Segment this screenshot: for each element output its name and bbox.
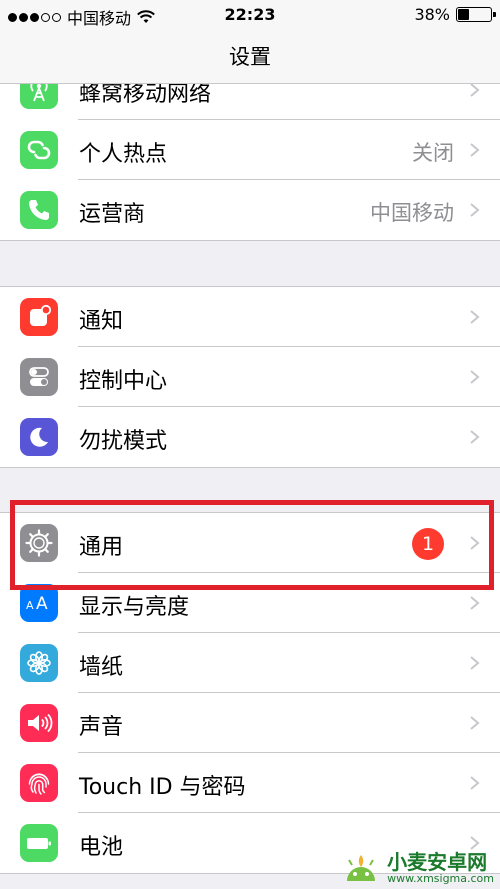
android-logo-icon: [347, 855, 376, 881]
watermark-url: www.xmsigma.com: [387, 871, 494, 885]
status-bar: 中国移动 22:23 38%: [0, 0, 500, 30]
settings-row-label: 声音: [79, 715, 124, 740]
chevron-right-icon: [470, 836, 480, 850]
page-title: 设置: [229, 45, 271, 69]
chevron-right-icon: [470, 310, 480, 324]
chevron-right-icon: [470, 776, 480, 790]
settings-group-network: 蜂窝移动网络 个人热点 关闭 运营商 中国移动: [0, 59, 500, 241]
settings-row-label: 显示与亮度: [79, 595, 190, 620]
settings-row-sounds[interactable]: 声音: [0, 693, 500, 753]
update-badge: 1: [412, 528, 444, 560]
notifications-icon: [20, 298, 58, 336]
settings-row-label: 电池: [79, 835, 124, 860]
chevron-right-icon: [470, 536, 480, 550]
settings-row-do-not-disturb[interactable]: 勿扰模式: [0, 407, 500, 467]
chevron-right-icon: [470, 656, 480, 670]
chevron-right-icon: [470, 83, 480, 97]
settings-row-carrier[interactable]: 运营商 中国移动: [0, 180, 500, 240]
settings-group-system: 通知 控制中心 勿扰模式: [0, 286, 500, 468]
settings-row-notifications[interactable]: 通知: [0, 287, 500, 347]
chevron-right-icon: [470, 370, 480, 384]
battery-icon: [20, 824, 58, 862]
settings-row-touch-id-passcode[interactable]: Touch ID 与密码: [0, 753, 500, 813]
settings-row-label: 墙纸: [79, 655, 124, 680]
settings-row-value: 关闭: [412, 141, 454, 165]
settings-row-display-brightness[interactable]: A A 显示与亮度: [0, 573, 500, 633]
speaker-icon: [20, 704, 58, 742]
chevron-right-icon: [470, 596, 480, 610]
watermark-text: 小麦安卓网 www.xmsigma.com: [387, 849, 494, 885]
svg-text:A: A: [36, 594, 48, 614]
settings-group-device: 通用 1 A A 显示与亮度 墙纸 声音 Touch ID 与密码 电池: [0, 512, 500, 874]
watermark-title: 小麦安卓网: [387, 849, 488, 874]
chevron-right-icon: [470, 430, 480, 444]
settings-row-personal-hotspot[interactable]: 个人热点 关闭: [0, 120, 500, 180]
settings-screen: 中国移动 22:23 38% 设置 蜂窝移动网络 个人热点 关闭 运营商 中国移…: [0, 0, 500, 889]
status-right: 38%: [414, 5, 496, 24]
settings-row-label: 控制中心: [79, 369, 168, 394]
settings-row-label: 勿扰模式: [79, 429, 168, 454]
navigation-bar: 设置: [0, 30, 500, 84]
settings-row-label: 个人热点: [79, 142, 168, 167]
settings-row-control-center[interactable]: 控制中心: [0, 347, 500, 407]
chevron-right-icon: [470, 716, 480, 730]
watermark: 小麦安卓网 www.xmsigma.com: [341, 851, 494, 885]
control-center-toggles-icon: [20, 358, 58, 396]
chevron-right-icon: [470, 203, 480, 217]
svg-text:A: A: [26, 599, 34, 612]
fingerprint-icon: [20, 764, 58, 802]
settings-row-value: 中国移动: [370, 201, 454, 225]
hotspot-link-icon: [20, 131, 58, 169]
settings-row-label: 通用: [79, 535, 124, 560]
settings-row-label: Touch ID 与密码: [79, 775, 246, 800]
battery-status-icon: [456, 7, 496, 22]
settings-row-label: 通知: [79, 309, 124, 334]
battery-fill: [458, 9, 469, 20]
settings-row-label: 运营商: [79, 202, 146, 227]
moon-icon: [20, 418, 58, 456]
wallpaper-flower-icon: [20, 644, 58, 682]
text-size-aa-icon: A A: [20, 584, 58, 622]
phone-icon: [20, 191, 58, 229]
settings-row-wallpaper[interactable]: 墙纸: [0, 633, 500, 693]
gear-icon: [20, 524, 58, 562]
chevron-right-icon: [470, 143, 480, 157]
settings-row-general[interactable]: 通用 1: [0, 513, 500, 573]
battery-percent: 38%: [414, 5, 450, 24]
